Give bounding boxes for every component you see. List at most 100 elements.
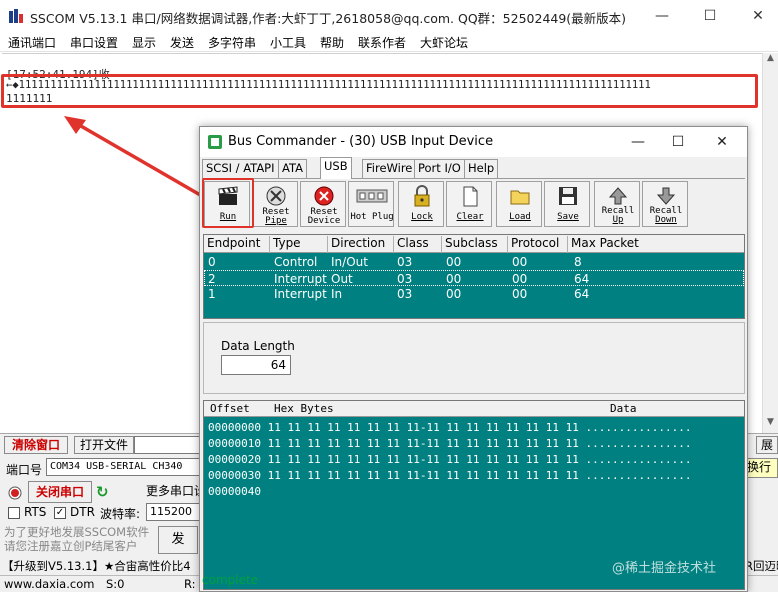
lock-label: Lock <box>411 212 433 222</box>
recall-down-icon <box>656 187 676 205</box>
scroll-down-icon[interactable]: ▼ <box>763 417 778 433</box>
col-protocol[interactable]: Protocol <box>508 236 568 253</box>
close-icon[interactable]: ✕ <box>746 6 770 26</box>
bus-commander-window: Bus Commander - (30) USB Input Device — … <box>199 126 748 592</box>
bus-commander-title-bar: Bus Commander - (30) USB Input Device — … <box>200 127 747 157</box>
clear-window-button[interactable]: 清除窗口 <box>4 436 68 454</box>
open-file-button[interactable]: 打开文件 <box>74 436 134 454</box>
menu-comm-port[interactable]: 通讯端口 <box>8 34 56 51</box>
watermark-text: @稀土掘金技术社 <box>612 561 717 576</box>
run-highlight-box <box>202 178 254 228</box>
endpoint-table: Endpoint Type Direction Class Subclass P… <box>203 234 745 319</box>
cell-subclass: 00 <box>446 287 462 301</box>
tab-help[interactable]: Help <box>464 159 499 178</box>
col-max-packet[interactable]: Max Packet <box>568 236 744 253</box>
endpoint-row[interactable]: 1 Interrupt In 03 00 00 64 <box>204 286 744 302</box>
file-path-field[interactable] <box>134 436 204 454</box>
recall-up-icon <box>608 187 628 205</box>
cell-max-packet: 8 <box>574 255 582 269</box>
cell-subclass: 00 <box>446 255 462 269</box>
more-ports-label[interactable]: 更多串口设 <box>146 482 206 499</box>
cell-protocol: 00 <box>512 272 528 286</box>
annotation-highlight-box <box>1 74 758 108</box>
clear-label: Clear <box>456 212 484 222</box>
status-website[interactable]: www.daxia.com <box>4 577 94 591</box>
menu-send[interactable]: 发送 <box>170 34 194 51</box>
port-select[interactable]: COM34 USB-SERIAL CH340 <box>46 458 200 476</box>
cell-type: Control <box>274 255 318 269</box>
status-received-count: R: <box>184 577 196 591</box>
tab-scsi-atapi[interactable]: SCSI / ATAPI <box>202 159 279 178</box>
col-subclass[interactable]: Subclass <box>442 236 508 253</box>
dtr-checkbox[interactable]: ✓ <box>54 507 66 519</box>
minimize-icon[interactable]: — <box>650 6 674 26</box>
load-button[interactable]: Load <box>496 181 542 227</box>
bc-minimize-icon[interactable]: — <box>626 132 650 152</box>
lock-button[interactable]: Lock <box>398 181 444 227</box>
menu-tools[interactable]: 小工具 <box>270 34 306 51</box>
tab-usb[interactable]: USB <box>320 157 352 179</box>
cell-max-packet: 64 <box>574 287 590 301</box>
col-direction[interactable]: Direction <box>328 236 394 253</box>
refresh-icon[interactable]: ↻ <box>96 483 109 501</box>
cell-class: 03 <box>397 255 413 269</box>
hex-row: 00000020 11 11 11 11 11 11 11 11-11 11 1… <box>208 453 692 466</box>
endpoint-row-selected[interactable]: 2 Interrupt Out 03 00 00 64 <box>204 270 744 286</box>
bc-maximize-icon[interactable]: ☐ <box>666 132 690 152</box>
reset-pipe-button[interactable]: Reset Pipe <box>252 181 298 227</box>
bc-close-icon[interactable]: ✕ <box>710 132 734 152</box>
recall-down-button[interactable]: Recall Down <box>642 181 688 227</box>
hex-col-offset: Offset <box>210 402 250 415</box>
sscom-menu-bar: 通讯端口 串口设置 显示 发送 多字符串 小工具 帮助 联系作者 大虾论坛 <box>0 32 778 52</box>
news-ticker-right: R回迈略 <box>745 559 778 573</box>
lock-icon <box>414 185 430 207</box>
bus-commander-app-icon <box>208 135 222 149</box>
endpoint-row[interactable]: 0 Control In/Out 03 00 00 8 <box>204 254 744 270</box>
news-ticker[interactable]: 【升级到V5.13.1】★合宙高性价比4 <box>2 558 191 574</box>
cell-direction: Out <box>331 272 353 286</box>
hot-plug-button[interactable]: Hot Plug <box>348 181 394 227</box>
cell-endpoint: 1 <box>208 287 216 301</box>
data-length-panel: Data Length 64 <box>203 322 745 394</box>
recall-up-button[interactable]: Recall Up <box>594 181 640 227</box>
rts-checkbox[interactable] <box>8 507 20 519</box>
tab-firewire[interactable]: FireWire <box>362 159 417 178</box>
save-button[interactable]: Save <box>544 181 590 227</box>
menu-help[interactable]: 帮助 <box>320 34 344 51</box>
menu-contact-author[interactable]: 联系作者 <box>358 34 406 51</box>
scroll-up-icon[interactable]: ▲ <box>763 53 778 69</box>
sscom-window-title: SSCOM V5.13.1 串口/网络数据调试器,作者:大虾丁丁,2618058… <box>30 11 627 26</box>
data-length-input[interactable]: 64 <box>221 355 291 375</box>
col-type[interactable]: Type <box>270 236 328 253</box>
transfer-status: complete <box>202 573 259 587</box>
clear-button[interactable]: Clear <box>446 181 492 227</box>
col-endpoint[interactable]: Endpoint <box>204 236 270 253</box>
tab-ata[interactable]: ATA <box>278 159 307 178</box>
close-port-button[interactable]: 关闭串口 <box>28 481 92 503</box>
load-label: Load <box>509 212 531 222</box>
hex-col-data: Data <box>610 402 637 415</box>
record-icon <box>8 486 22 500</box>
sscom-app-icon <box>9 9 23 23</box>
menu-serial-settings[interactable]: 串口设置 <box>70 34 118 51</box>
menu-multi-string[interactable]: 多字符串 <box>208 34 256 51</box>
cell-type: Interrupt <box>274 272 327 286</box>
cell-endpoint: 0 <box>208 255 216 269</box>
send-button[interactable]: 发 <box>158 526 198 554</box>
maximize-icon[interactable]: ☐ <box>698 6 722 26</box>
baud-rate-select[interactable]: 115200 <box>146 503 200 521</box>
tab-port-io[interactable]: Port I/O <box>414 159 465 178</box>
reset-device-button[interactable]: Reset Device <box>300 181 346 227</box>
hot-plug-label: Hot Plug <box>350 212 394 222</box>
menu-display[interactable]: 显示 <box>132 34 156 51</box>
bus-commander-toolbar: Run Reset Pipe Reset Device Hot Plug Loc… <box>202 179 745 231</box>
col-class[interactable]: Class <box>394 236 442 253</box>
menu-forum[interactable]: 大虾论坛 <box>420 34 468 51</box>
right-extend-button[interactable]: 展 <box>756 436 778 454</box>
cell-endpoint: 2 <box>208 272 216 286</box>
receive-scrollbar[interactable]: ▲ ▼ <box>762 53 778 433</box>
folder-icon <box>510 190 530 205</box>
bus-commander-tabs: SCSI / ATAPI ATA USB FireWire Port I/O H… <box>202 157 745 179</box>
save-label: Save <box>557 212 579 222</box>
cell-max-packet: 64 <box>574 272 590 286</box>
